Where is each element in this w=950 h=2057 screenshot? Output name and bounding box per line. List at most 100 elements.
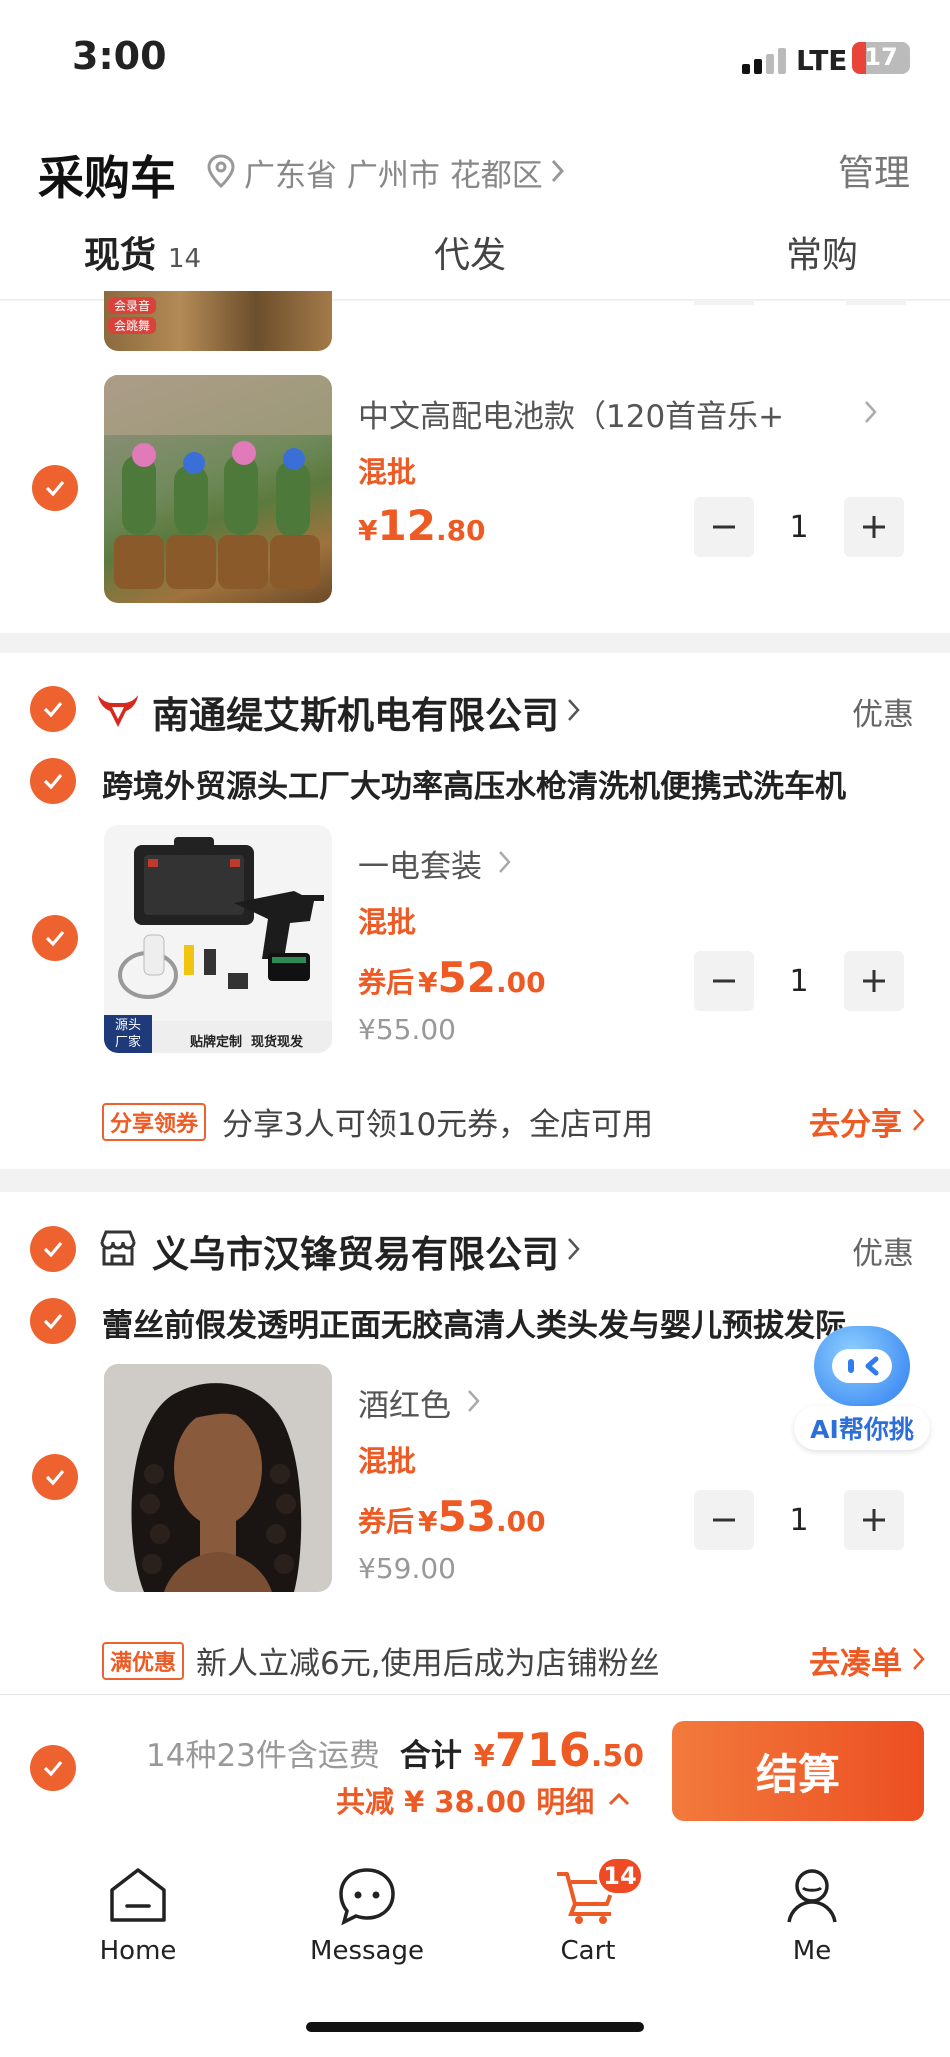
quantity-value[interactable]: 1 [754, 1503, 844, 1538]
minus-button[interactable] [694, 1490, 754, 1550]
product-price: 券后 ¥ 52 .00 [358, 953, 546, 1002]
shop-name-link[interactable]: 南通缇艾斯机电有限公司 [152, 685, 581, 739]
item-checkbox[interactable] [32, 1454, 78, 1500]
image-caption: 贴牌定制 现货现发 [190, 1035, 304, 1050]
manage-button[interactable]: 管理 [838, 144, 910, 196]
promo-tag: 满优惠 [102, 1641, 185, 1680]
product-checkbox[interactable] [30, 758, 76, 804]
shop-name: 义乌市汉锋贸易有限公司 [152, 1233, 559, 1276]
promo-text: 分享3人可领10元券，全店可用 [222, 1107, 654, 1143]
message-icon [336, 1866, 398, 1930]
product-image-previous[interactable]: 会录音 会跳舞 [104, 291, 332, 351]
plus-button[interactable] [844, 951, 904, 1011]
battery-icon: 17 [852, 42, 910, 74]
plus-button[interactable] [844, 497, 904, 557]
original-price: ¥59.00 [358, 1552, 456, 1585]
total-amount-int: 716 [494, 1723, 591, 1777]
home-indicator [306, 2022, 644, 2032]
nav-me[interactable]: Me [762, 1866, 862, 1966]
quantity-stepper[interactable]: 1 [694, 497, 904, 557]
select-all-checkbox[interactable] [30, 1745, 76, 1791]
image-badge: 会录音 [108, 297, 157, 314]
ai-assistant-button[interactable]: AI帮你挑 [794, 1326, 930, 1450]
minus-button[interactable] [694, 497, 754, 557]
tab-frequent[interactable]: 常购 [786, 226, 858, 278]
quantity-stepper[interactable]: 1 [694, 1490, 904, 1550]
add-items-action[interactable]: 去凑单 [809, 1638, 902, 1683]
product-spec[interactable]: 一电套装 [358, 841, 512, 886]
spec-text: 一电套装 [358, 849, 482, 885]
location-text: 广东省 广州市 花都区 [244, 158, 543, 194]
chevron-right-icon [567, 698, 581, 726]
nav-home[interactable]: Home [88, 1866, 188, 1966]
item-count-summary: 14种23件含运费 [146, 1738, 380, 1774]
nav-label: Message [310, 1936, 424, 1966]
plus-button[interactable] [844, 1490, 904, 1550]
shop-checkbox[interactable] [30, 1226, 76, 1272]
promo-row[interactable]: 满优惠 新人立减6元,使用后成为店铺粉丝 去凑单 [102, 1638, 926, 1683]
ai-button-label: AI帮你挑 [794, 1406, 930, 1450]
image-badge: 源头 厂家 [104, 1015, 152, 1053]
promo-tag: 分享领券 [102, 1102, 207, 1141]
status-time: 3:00 [72, 34, 167, 78]
original-price: ¥55.00 [358, 1013, 456, 1046]
user-icon [781, 1866, 843, 1930]
product-image-wig[interactable] [104, 1364, 332, 1592]
tab-in-stock[interactable]: 现货 14 [84, 226, 201, 278]
item-checkbox[interactable] [32, 465, 78, 511]
cart-count-badge: 14 [596, 1856, 644, 1896]
total-currency: ¥ [473, 1739, 495, 1774]
promo-text: 新人立减6元,使用后成为店铺粉丝 [196, 1646, 660, 1682]
nav-label: Cart [560, 1936, 616, 1966]
tab-dropship[interactable]: 代发 [434, 226, 506, 278]
nav-message[interactable]: Message [302, 1866, 432, 1966]
shop-name-link[interactable]: 义乌市汉锋贸易有限公司 [152, 1224, 581, 1278]
tab-count: 14 [168, 244, 202, 274]
discount-detail[interactable]: 共减 ¥ 38.00 明细 [336, 1779, 630, 1821]
item-checkbox[interactable] [32, 915, 78, 961]
shop-discount-button[interactable]: 优惠 [852, 1228, 914, 1273]
product-checkbox[interactable] [30, 1298, 76, 1344]
quantity-value[interactable]: 1 [754, 964, 844, 999]
header: 采购车 广东省 广州市 花都区 管理 现货 14 代发 常购 [0, 120, 950, 300]
shop-card-nantong: 南通缇艾斯机电有限公司 优惠 跨境外贸源头工厂大功率高压水枪清洗机便携式洗车机 [0, 653, 950, 1169]
nav-label: Home [99, 1936, 177, 1966]
shop-discount-button[interactable]: 优惠 [852, 689, 914, 734]
shop-checkbox[interactable] [30, 686, 76, 732]
ai-robot-icon [814, 1326, 910, 1406]
shop-card-previous: 会录音 会跳舞 中文高配电池款（120首音乐+ 混批 ¥ 12 .80 1 [0, 291, 950, 633]
home-icon [107, 1866, 169, 1930]
shop-name: 南通缇艾斯机电有限公司 [152, 694, 559, 737]
location-selector[interactable]: 广东省 广州市 花都区 [206, 150, 565, 195]
product-price: ¥ 12 .80 [358, 501, 486, 550]
chevron-right-icon [567, 1237, 581, 1265]
page-title: 采购车 [38, 151, 176, 205]
promo-row[interactable]: 分享领券 分享3人可领10元券，全店可用 去分享 [102, 1099, 926, 1144]
mixed-batch-label: 混批 [358, 905, 417, 939]
chevron-right-icon [912, 1108, 926, 1136]
product-image-pressure-washer[interactable]: 源头 厂家 贴牌定制 现货现发 [104, 825, 332, 1053]
nav-cart[interactable]: Cart 14 [538, 1856, 644, 1966]
minus-button[interactable] [694, 951, 754, 1011]
bottom-nav: Home Message Cart 14 Me [0, 1832, 950, 2057]
chevron-right-icon [912, 1647, 926, 1675]
spec-text: 酒红色 [358, 1388, 451, 1424]
product-image-cactus-toy[interactable] [104, 375, 332, 603]
share-action[interactable]: 去分享 [809, 1099, 902, 1144]
product-spec[interactable]: 中文高配电池款（120首音乐+ [358, 391, 878, 436]
chevron-right-icon [498, 850, 512, 878]
nav-label: Me [792, 1936, 832, 1966]
product-title[interactable]: 跨境外贸源头工厂大功率高压水枪清洗机便携式洗车机 [102, 761, 922, 806]
network-label: LTE [796, 44, 848, 77]
checkout-button[interactable]: 结算 [672, 1721, 924, 1821]
quantity-stepper[interactable]: 1 [694, 951, 904, 1011]
chevron-right-icon [864, 400, 878, 428]
total-amount-dec: .50 [590, 1739, 644, 1774]
order-summary: 14种23件含运费 合计 ¥ 716 .50 [146, 1723, 644, 1777]
product-price: 券后 ¥ 53 .00 [358, 1492, 546, 1541]
quantity-value[interactable]: 1 [754, 510, 844, 545]
chevron-up-icon [608, 1791, 630, 1810]
signal-icon [742, 48, 790, 78]
product-spec[interactable]: 酒红色 [358, 1380, 481, 1425]
store-icon [98, 1228, 138, 1272]
